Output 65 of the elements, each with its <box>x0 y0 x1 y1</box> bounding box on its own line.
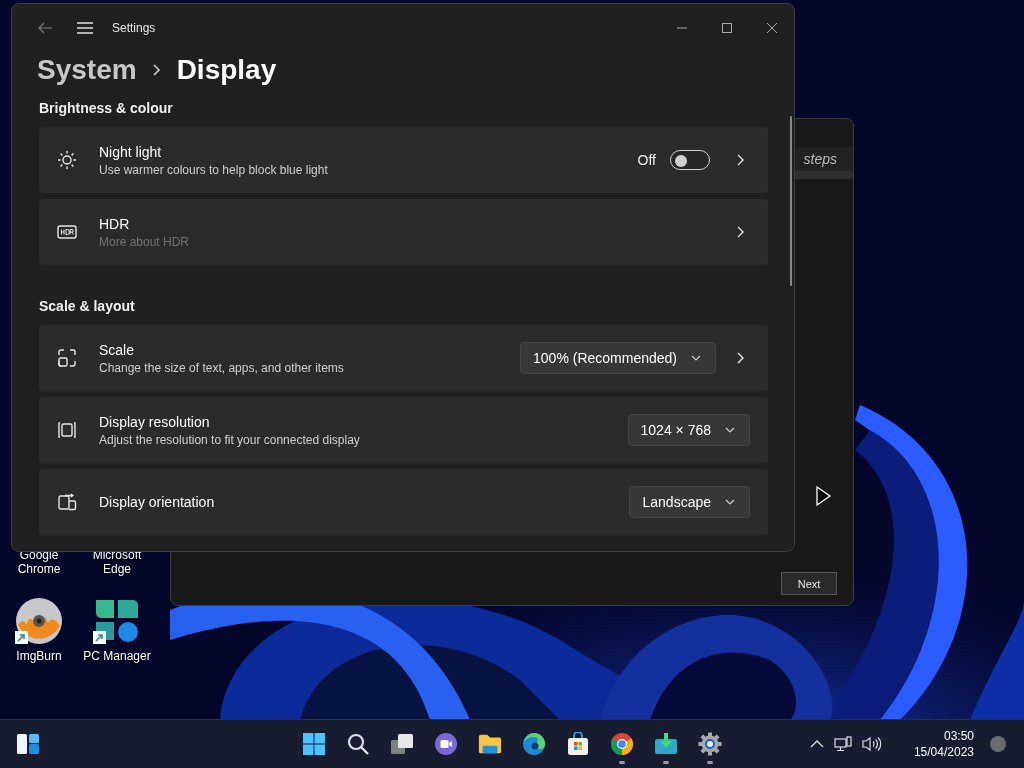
network-icon[interactable] <box>833 736 852 752</box>
caret-down-icon <box>725 499 735 505</box>
desktop-icon-label: Microsoft Edge <box>91 548 143 576</box>
setting-description: More about HDR <box>99 234 190 249</box>
setting-title: Display orientation <box>99 494 215 510</box>
setting-title: Scale <box>99 341 136 358</box>
window-title: Settings <box>112 21 156 35</box>
menu-icon[interactable] <box>77 22 93 34</box>
chrome-browser-icon[interactable] <box>610 732 634 756</box>
download-app-icon[interactable] <box>654 732 678 756</box>
desktop-icon-label: PC Manager <box>83 649 151 663</box>
search-icon[interactable] <box>346 732 370 756</box>
setting-card[interactable]: Display resolution Adjust the resolution to fit your connected display 1024 × 768 <box>39 397 768 463</box>
breadcrumb-chevron-icon <box>152 63 161 77</box>
desktop-icon-label: Google Chrome <box>16 548 62 576</box>
dropdown[interactable]: 100% (Recommended) <box>520 342 716 374</box>
clock-date[interactable]: 15/04/2023 <box>913 744 974 760</box>
breadcrumb-item: Display <box>176 54 277 86</box>
setting-card[interactable]: Night light Use warmer colours to help block blue light Off <box>39 127 768 193</box>
chevron-up-icon[interactable] <box>809 740 824 748</box>
back-icon[interactable] <box>38 22 52 34</box>
disc-shortcut-icon[interactable] <box>15 597 63 645</box>
clock-time[interactable]: 03:50 <box>943 728 974 744</box>
toggle-state-label: Off <box>637 152 656 168</box>
setting-card[interactable]: Scale Change the size of text, apps, and other items 100% (Recommended) <box>39 325 768 391</box>
next-button[interactable]: Next <box>781 572 837 595</box>
desktop-icon-label: ImgBurn <box>16 649 62 663</box>
scrollbar[interactable] <box>790 116 792 286</box>
speaker-icon[interactable] <box>861 736 882 752</box>
setting-title: HDR <box>99 215 131 232</box>
resolution-icon <box>57 421 77 439</box>
setting-card[interactable]: Display orientation Landscape <box>39 469 768 535</box>
windows-logo-icon[interactable] <box>302 732 326 756</box>
scale-icon <box>57 348 77 368</box>
hdr-icon <box>57 224 77 240</box>
caret-down-icon <box>725 427 735 433</box>
section-heading: Scale & layout <box>39 298 136 314</box>
setting-card[interactable]: HDR More about HDR <box>39 199 768 265</box>
toggle-switch[interactable] <box>670 150 710 170</box>
dropdown[interactable]: Landscape <box>629 486 750 518</box>
caret-down-icon <box>691 355 701 361</box>
orientation-icon <box>57 492 77 512</box>
mouse-pointer-icon <box>816 486 832 506</box>
breadcrumb-item[interactable]: System <box>37 54 137 86</box>
setting-description: Change the size of text, apps, and other items <box>99 360 344 375</box>
setting-description: Use warmer colours to help block blue light <box>99 162 328 177</box>
edge-browser-icon[interactable] <box>522 732 546 756</box>
widgets-icon[interactable] <box>16 732 40 756</box>
section-heading: Brightness & colour <box>39 100 174 116</box>
minimize-icon[interactable] <box>676 27 687 29</box>
notification-badge[interactable] <box>990 736 1006 752</box>
close-icon[interactable] <box>766 23 777 33</box>
setting-title: Night light <box>99 143 163 160</box>
store-bag-icon[interactable] <box>566 732 590 756</box>
settings-icon[interactable] <box>698 732 722 756</box>
sun-icon <box>57 150 77 170</box>
video-chat-icon[interactable] <box>434 732 458 756</box>
petals-shortcut-icon[interactable] <box>93 597 141 645</box>
setting-description: Adjust the resolution to fit your connected display <box>99 432 360 447</box>
setting-title: Display resolution <box>99 413 211 430</box>
dropdown[interactable]: 1024 × 768 <box>627 414 750 446</box>
folder-icon[interactable] <box>478 733 502 755</box>
window-heading: steps <box>803 151 837 167</box>
maximize-icon[interactable] <box>721 23 732 33</box>
task-view-icon[interactable] <box>390 732 414 756</box>
